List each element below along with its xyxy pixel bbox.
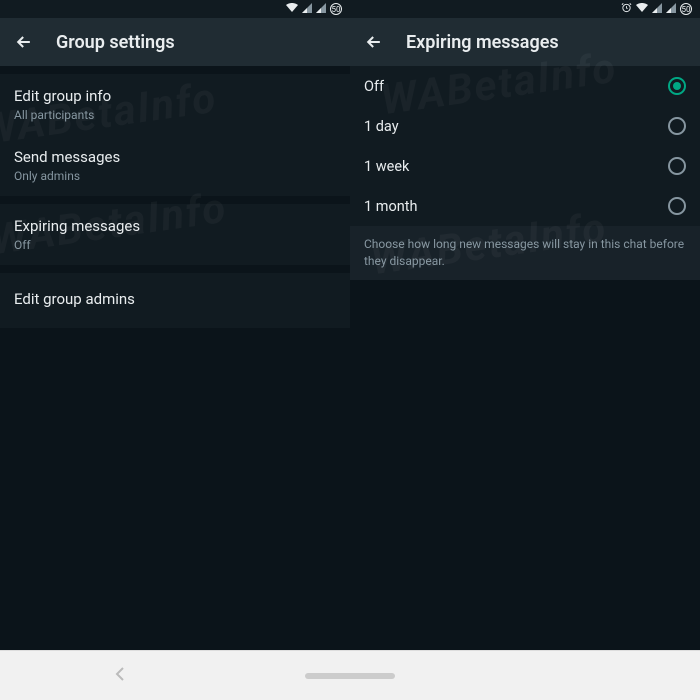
item-subtitle: Only admins bbox=[14, 169, 336, 183]
radio-unselected-icon bbox=[668, 197, 686, 215]
edit-group-info-item[interactable]: Edit group info All participants bbox=[0, 74, 350, 135]
footer-description: Choose how long new messages will stay i… bbox=[350, 226, 700, 280]
option-1-week[interactable]: 1 week bbox=[350, 146, 700, 186]
option-label: Off bbox=[364, 78, 384, 95]
android-nav-bar bbox=[0, 650, 700, 700]
radio-selected-icon bbox=[668, 77, 686, 95]
option-off[interactable]: Off bbox=[350, 66, 700, 106]
item-title: Edit group info bbox=[14, 87, 336, 105]
back-arrow-icon[interactable] bbox=[364, 32, 384, 52]
status-bar: 50 bbox=[350, 0, 700, 18]
back-arrow-icon[interactable] bbox=[14, 32, 34, 52]
page-title: Expiring messages bbox=[406, 32, 559, 53]
send-messages-item[interactable]: Send messages Only admins bbox=[0, 135, 350, 196]
option-label: 1 month bbox=[364, 198, 417, 215]
battery-icon: 50 bbox=[680, 3, 692, 15]
option-1-month[interactable]: 1 month bbox=[350, 186, 700, 226]
item-subtitle: All participants bbox=[14, 108, 336, 122]
nav-back-icon[interactable] bbox=[115, 667, 125, 685]
radio-unselected-icon bbox=[668, 117, 686, 135]
nav-home-pill[interactable] bbox=[305, 673, 395, 679]
signal-icon bbox=[316, 3, 326, 16]
wifi-icon bbox=[286, 3, 298, 16]
page-title: Group settings bbox=[56, 32, 175, 53]
status-bar: 50 bbox=[0, 0, 350, 18]
signal-icon bbox=[652, 3, 662, 16]
option-label: 1 day bbox=[364, 118, 399, 135]
option-1-day[interactable]: 1 day bbox=[350, 106, 700, 146]
wifi-icon bbox=[636, 3, 648, 16]
expiring-messages-item[interactable]: Expiring messages Off bbox=[0, 204, 350, 265]
item-title: Edit group admins bbox=[14, 290, 336, 308]
item-title: Expiring messages bbox=[14, 217, 336, 235]
signal-icon bbox=[302, 3, 312, 16]
alarm-icon bbox=[621, 2, 632, 16]
edit-group-admins-item[interactable]: Edit group admins bbox=[0, 273, 350, 328]
group-settings-screen: WABetaInfo WABetaInfo 50 Group settings … bbox=[0, 0, 350, 650]
item-title: Send messages bbox=[14, 148, 336, 166]
header: Group settings bbox=[0, 18, 350, 66]
option-label: 1 week bbox=[364, 158, 409, 175]
battery-icon: 50 bbox=[330, 3, 342, 15]
header: Expiring messages bbox=[350, 18, 700, 66]
item-subtitle: Off bbox=[14, 238, 336, 252]
radio-unselected-icon bbox=[668, 157, 686, 175]
expiring-messages-screen: WABetaInfo WABetaInfo 50 Expiring messag… bbox=[350, 0, 700, 650]
signal-icon bbox=[666, 3, 676, 16]
